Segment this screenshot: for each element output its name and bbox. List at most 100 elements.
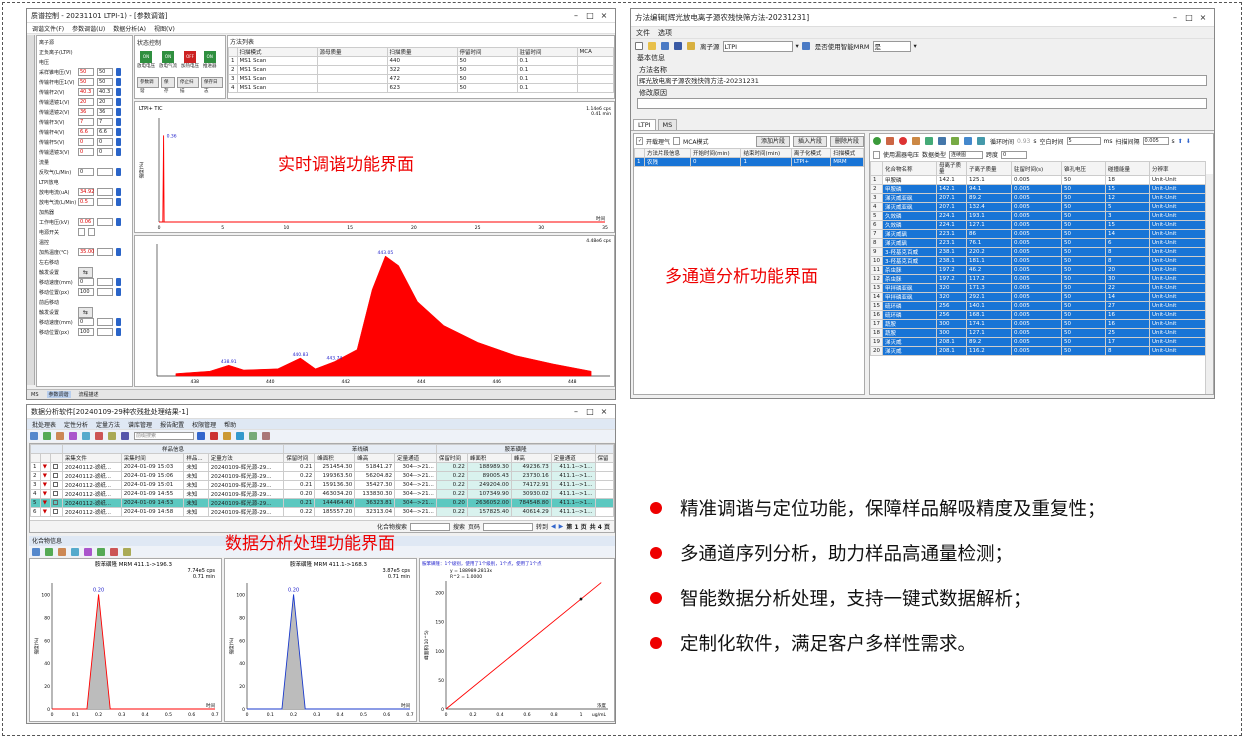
span-input[interactable]: 0 [1001, 150, 1028, 159]
slider-handle[interactable] [116, 138, 121, 146]
blank-time-input[interactable]: 5 [1066, 137, 1101, 145]
checkbox[interactable] [50, 498, 63, 508]
close-icon[interactable]: × [597, 407, 611, 416]
param-input[interactable]: 0 [78, 318, 94, 326]
menu-item[interactable]: 视图(V) [154, 24, 175, 33]
minimize-icon[interactable]: – [569, 407, 583, 416]
minimize-icon[interactable]: – [1168, 13, 1182, 22]
table-row[interactable]: 4 ▼ 20240112-滤纸... 2024-01-09 14:55 未知 202401… [30, 489, 614, 499]
param-input[interactable]: 50 [78, 78, 94, 86]
slider-handle[interactable] [116, 68, 121, 76]
settings-icon[interactable] [687, 42, 695, 50]
tune-button[interactable]: 参数调谐 [137, 77, 159, 94]
slider-handle[interactable] [116, 198, 121, 206]
chart-icon[interactable] [97, 547, 105, 556]
menu-item[interactable]: 参数调谐(U) [72, 24, 105, 33]
menu-options[interactable]: 选项 [658, 28, 672, 38]
save-as-icon[interactable] [674, 42, 682, 50]
status-tab[interactable]: 参数调谐 [46, 391, 71, 398]
scan-interval-input[interactable]: 0.005 [1142, 137, 1169, 145]
filter-icon[interactable] [951, 137, 959, 145]
arrow-right-icon[interactable] [197, 432, 205, 440]
table-row[interactable]: 16 硫环磷 256 168.1 0.005 50 16 Unit-Unit [870, 310, 1206, 320]
chart-icon[interactable] [82, 432, 90, 440]
slider-handle[interactable] [116, 148, 121, 156]
flag-icon[interactable]: ▼ [39, 489, 52, 499]
maximize-icon[interactable]: □ [583, 11, 597, 20]
export-icon[interactable] [249, 432, 257, 440]
goto-button[interactable]: 转到 [536, 522, 548, 531]
close-icon[interactable]: × [1196, 13, 1210, 22]
table-row[interactable]: 1 农残 0 1 LTPI+ MRM [634, 157, 864, 167]
mrm-select[interactable]: 是 [872, 40, 911, 52]
checkbox[interactable] [873, 150, 880, 159]
checkbox[interactable] [50, 480, 63, 490]
param-input[interactable]: 20 [78, 98, 94, 106]
flag-icon[interactable]: ▼ [39, 480, 52, 490]
table-row[interactable]: 1 ▼ 20240112-滤纸... 2024-01-09 15:03 未知 202401… [30, 462, 614, 472]
param-input[interactable]: 0 [78, 148, 94, 156]
table-row[interactable]: 8 涕灭威砜 223.1 76.1 0.005 50 6 Unit-Unit [870, 238, 1206, 248]
pan-icon[interactable] [45, 547, 53, 556]
param-input[interactable]: 0 [78, 138, 94, 146]
param-input[interactable]: 100 [78, 328, 94, 336]
table-row[interactable]: 7 涕灭威砜 223.1 86 0.005 50 14 Unit-Unit [870, 229, 1206, 239]
table-row[interactable]: 5 ▼ 20240112-滤纸... 2024-01-09 14:53 未知 202401… [30, 498, 614, 508]
control-toggle[interactable]: OFF 加热电压 [181, 51, 199, 69]
flag-icon[interactable] [95, 432, 103, 440]
prefix-search-input[interactable]: 前缀搜索 [134, 432, 194, 440]
table-row[interactable]: 20 涕灭威 208.1 116.2 0.005 50 8 Unit-Unit [870, 346, 1206, 356]
save-icon[interactable] [661, 42, 669, 50]
table-row[interactable]: 13 甲拌磷亚砜 320 171.3 0.005 50 22 Unit-Unit [870, 283, 1206, 293]
param-input[interactable]: 0 [78, 168, 94, 176]
table-row[interactable]: 4 涕灭威亚砜 207.1 132.4 0.005 50 5 Unit-Unit [870, 202, 1206, 212]
table-row[interactable]: 4 MS1 Scan 623 50 0.1 [228, 83, 614, 93]
flag-icon[interactable]: ▼ [39, 462, 52, 472]
param-input[interactable]: 36 [78, 108, 94, 116]
param-input[interactable]: 0.06 [78, 218, 94, 226]
table-row[interactable]: 6 ▼ 20240112-滤纸... 2024-01-09 14:58 未知 202401… [30, 507, 614, 517]
grid-icon[interactable] [964, 137, 972, 145]
flag-icon[interactable]: ▼ [39, 471, 52, 481]
trigger-button[interactable]: ⇆ [78, 306, 94, 318]
table-row[interactable]: 1 MS1 Scan 440 50 0.1 [228, 56, 614, 66]
slider-handle[interactable] [116, 78, 121, 86]
print-icon[interactable] [56, 432, 64, 440]
grid-icon[interactable] [121, 432, 129, 440]
save-button[interactable]: 保存 [161, 77, 175, 94]
param-input[interactable]: 6.6 [78, 128, 94, 136]
stop-scan-button[interactable]: 停止扫描 [177, 77, 199, 94]
edit-icon[interactable] [886, 137, 894, 145]
slider-handle[interactable] [116, 118, 121, 126]
open-icon[interactable] [30, 432, 38, 440]
table-row[interactable]: 2 ▼ 20240112-滤纸... 2024-01-09 15:06 未知 202401… [30, 471, 614, 481]
slider-handle[interactable] [116, 188, 121, 196]
table-row[interactable]: 12 杀虫脒 197.2 117.2 0.005 50 30 Unit-Unit [870, 274, 1206, 284]
table-row[interactable]: 5 久效磷 224.1 193.1 0.005 50 3 Unit-Unit [870, 211, 1206, 221]
integrate-icon[interactable] [84, 547, 92, 556]
refresh-icon[interactable] [977, 137, 985, 145]
slider-handle[interactable] [116, 328, 121, 336]
up-arrow-icon[interactable]: ⬆ [1178, 138, 1183, 145]
overlay-icon[interactable] [123, 547, 131, 556]
open-folder-icon[interactable] [648, 42, 656, 50]
peak-icon[interactable] [58, 547, 66, 556]
menu-item[interactable]: 批处理表 [32, 420, 56, 429]
checkbox[interactable]: ✓ [636, 137, 643, 145]
table-row[interactable]: 11 杀虫脒 197.2 46.2 0.005 50 20 Unit-Unit [870, 265, 1206, 275]
control-toggle[interactable]: ON 放电气流 [159, 51, 177, 69]
save-icon[interactable] [43, 432, 51, 440]
slider-handle[interactable] [116, 248, 121, 256]
menu-item[interactable]: 定性分析 [64, 420, 88, 429]
check-icon[interactable] [236, 432, 244, 440]
page-input[interactable] [483, 522, 534, 531]
param-input[interactable]: 0.5 [78, 198, 94, 206]
minimize-icon[interactable]: – [569, 11, 583, 20]
checkbox[interactable] [50, 507, 63, 517]
flag-red-icon[interactable] [210, 432, 218, 440]
insert-segment-button[interactable]: 插入片段 [792, 135, 827, 147]
table-row[interactable]: 15 硫环磷 256 140.1 0.005 50 27 Unit-Unit [870, 301, 1206, 311]
flag-icon[interactable] [110, 547, 118, 556]
scrollbar[interactable] [1205, 174, 1213, 394]
slider-handle[interactable] [116, 218, 121, 226]
